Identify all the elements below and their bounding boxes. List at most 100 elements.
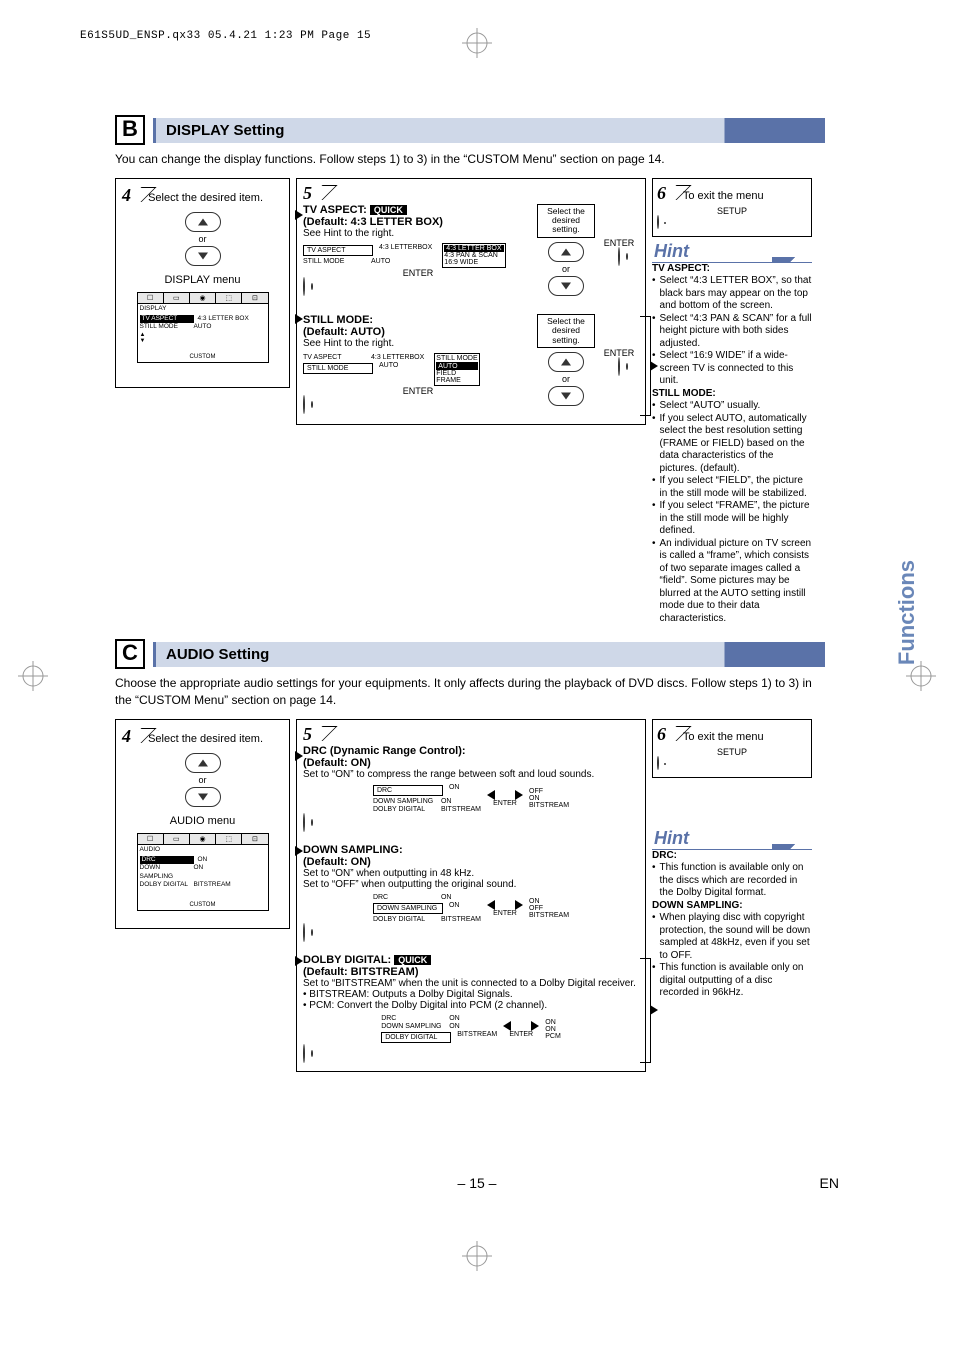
hint-drc-h: DRC: <box>652 850 677 861</box>
mini-val: 4:3 LETTERBOX <box>371 354 424 361</box>
page-number: – 15 – <box>458 1175 497 1191</box>
up-button-icon <box>548 242 584 262</box>
step6-text: To exit the menu <box>683 190 764 202</box>
mini-key: DRC <box>373 894 435 901</box>
hint-bullet: When playing disc with copyright protect… <box>652 912 812 962</box>
right-val: ON <box>545 1019 561 1026</box>
tab-icon: ⊡ <box>242 293 267 303</box>
down-button-icon <box>185 246 221 266</box>
enter-label: ENTER <box>503 1031 539 1038</box>
mini-val2: AUTO <box>371 258 390 265</box>
mini-val2: AUTO <box>379 362 398 375</box>
osd-row-val: ON <box>198 856 208 864</box>
osd-row-val: 4:3 LETTER BOX <box>198 315 249 323</box>
osd-row-val: ON <box>194 864 204 881</box>
enter-button-icon <box>303 813 305 832</box>
down-button-icon <box>548 386 584 406</box>
mini-val: BITSTREAM <box>457 1031 497 1044</box>
setup-button-icon <box>657 215 659 229</box>
crop-mark-bottom <box>462 1241 492 1271</box>
up-button-icon <box>185 212 221 232</box>
mini-key: DRC <box>373 785 443 796</box>
still-mode-heading: STILL MODE: <box>303 314 533 326</box>
step4-text: Select the desired item. <box>148 192 263 204</box>
step4-text: Select the desired item. <box>148 733 263 745</box>
dolby-b1: • BITSTREAM: Outputs a Dolby Digital Sig… <box>303 989 639 1000</box>
step-number: 4 <box>122 185 145 206</box>
osd-row-key: TV ASPECT <box>140 315 194 323</box>
dolby-heading: DOLBY DIGITAL: <box>303 954 391 966</box>
arrow-left-icon <box>487 790 495 800</box>
setup-label: SETUP <box>657 747 807 757</box>
hint-bullet: An individual picture on TV screen is ca… <box>652 538 812 626</box>
down-button-icon <box>548 276 584 296</box>
hint-still-h: STILL MODE: <box>652 388 716 399</box>
enter-button-icon <box>618 357 620 376</box>
right-val: ON <box>545 1026 561 1033</box>
flow-arrow-icon <box>295 210 303 220</box>
hint-bullet: If you select “FRAME”, the picture in th… <box>652 500 812 538</box>
flow-arrow-icon <box>295 956 303 966</box>
mini-key: DRC <box>381 1015 443 1022</box>
opt: 16:9 WIDE <box>444 259 503 266</box>
tab-icon: ▭ <box>164 293 190 303</box>
tab-icon: ⬚ <box>216 834 242 844</box>
osd-row-key: STILL MODE <box>140 323 190 331</box>
mini-val: ON <box>441 798 452 805</box>
hint-bullet: This function is available only on the d… <box>652 862 812 900</box>
section-title-audio: AUDIO Setting <box>153 642 825 667</box>
or-label: or <box>122 234 283 244</box>
language-code: EN <box>820 1175 839 1191</box>
osd-audio-menu: ☐▭◉⬚⊡ AUDIO DRCON DOWN SAMPLINGON DOLBY … <box>137 833 269 911</box>
flow-arrow-icon <box>295 751 303 761</box>
osd-custom-label: CUSTOM <box>140 354 266 360</box>
mini-key: DOLBY DIGITAL <box>373 806 435 813</box>
flow-arrow-icon <box>295 314 303 324</box>
down-note2: Set to “OFF” when outputting the origina… <box>303 879 639 890</box>
enter-label: ENTER <box>487 910 523 917</box>
enter-button-icon <box>303 277 305 296</box>
still-mode-default: (Default: AUTO) <box>303 326 533 338</box>
right-val: BITSTREAM <box>529 912 569 919</box>
opt: 4:3 PAN & SCAN <box>444 252 503 259</box>
drc-default: (Default: ON) <box>303 757 639 769</box>
osd-row-key: DRC <box>140 856 194 864</box>
mini-val: ON <box>449 902 460 915</box>
step-number: 4 <box>122 726 145 747</box>
hint-bullet: If you select “FIELD”, the picture in th… <box>652 475 812 500</box>
mini-val: ON <box>449 1023 460 1030</box>
hint-bullet: Select “4:3 PAN & SCAN” for a full heigh… <box>652 313 812 351</box>
right-val: PCM <box>545 1033 561 1040</box>
osd-row-val: AUTO <box>194 323 212 331</box>
bracket-flow-icon <box>640 958 651 1063</box>
mini-key2: STILL MODE <box>303 258 365 265</box>
hint-bullet: If you select AUTO, automatically select… <box>652 413 812 476</box>
enter-button-icon <box>303 923 305 942</box>
step5-container-b: 5 TV ASPECT: QUICK (Default: 4:3 LETTER … <box>296 178 646 425</box>
tab-icon: ◉ <box>190 834 216 844</box>
right-val: OFF <box>529 905 569 912</box>
step6-text: To exit the menu <box>683 731 764 743</box>
right-val: OFF <box>529 788 569 795</box>
section-c-intro: Choose the appropriate audio settings fo… <box>115 675 825 709</box>
enter-label: ENTER <box>487 800 523 807</box>
step-number: 6 <box>657 724 680 745</box>
mini-val: ON <box>449 1015 460 1022</box>
step6-hint-col-b: 6 To exit the menu SETUP Hint TV ASPECT:… <box>652 178 812 626</box>
step-number: 6 <box>657 183 680 204</box>
print-header: E61S5UD_ENSP.qx33 05.4.21 1:23 PM Page 1… <box>80 30 371 42</box>
still-mode-note: See Hint to the right. <box>303 338 533 349</box>
crop-mark-top <box>462 28 492 58</box>
mini-key: TV ASPECT <box>303 354 365 361</box>
bracket-flow-icon <box>640 316 651 416</box>
mini-val: BITSTREAM <box>441 806 481 813</box>
mini-val: BITSTREAM <box>441 916 481 923</box>
osd-display-menu: ☐▭◉⬚⊡ DISPLAY TV ASPECT4:3 LETTER BOX ST… <box>137 292 269 363</box>
step-number: 5 <box>303 724 326 745</box>
hint-bullet: This function is available only on digit… <box>652 962 812 1000</box>
step6-hint-col-c: 6 To exit the menu SETUP Hint DRC: This … <box>652 719 812 1000</box>
arrow-right-icon <box>531 1021 539 1031</box>
tv-aspect-heading: TV ASPECT: <box>303 204 367 216</box>
hint-heading: Hint <box>652 241 812 263</box>
osd-row-key: DOLBY DIGITAL <box>140 881 190 889</box>
